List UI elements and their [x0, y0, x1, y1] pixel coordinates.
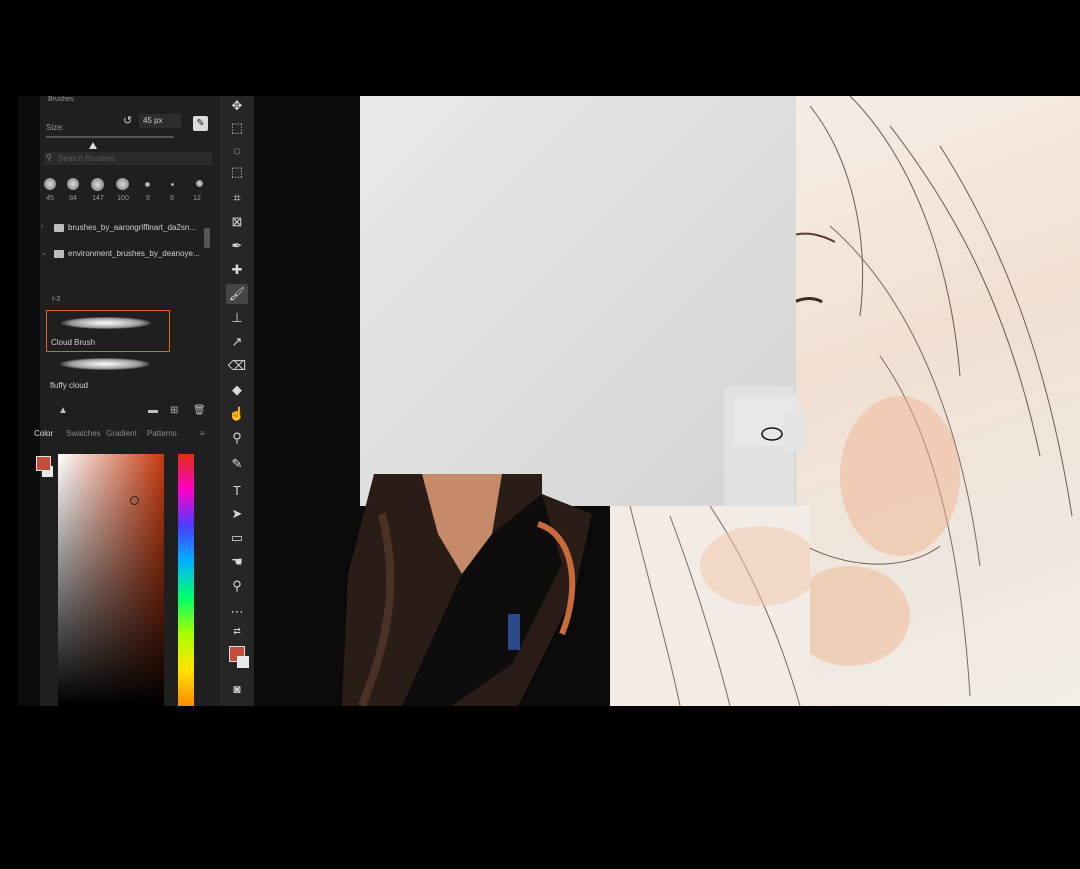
- photo-layer: [342, 474, 602, 706]
- chevron-down-icon[interactable]: ⌄: [41, 249, 47, 257]
- quick-mask-icon[interactable]: ◙: [227, 682, 247, 696]
- folder-icon: [54, 224, 64, 232]
- lasso-icon[interactable]: ◌: [226, 140, 248, 160]
- eyedropper-icon[interactable]: ✒: [226, 236, 248, 256]
- hand-icon[interactable]: ☚: [226, 552, 248, 572]
- brush-preset[interactable]: [116, 178, 129, 190]
- new-group-icon[interactable]: ▬: [148, 405, 158, 416]
- brush-group-label: t-3: [52, 296, 61, 303]
- brush-settings-icon[interactable]: ✎: [193, 116, 208, 131]
- brush-size-preview-icon[interactable]: ▲: [58, 405, 68, 416]
- reset-size-icon[interactable]: ↺: [123, 114, 132, 127]
- paint-bucket-icon[interactable]: ◆: [226, 380, 248, 400]
- brush-name: fluffy cloud: [50, 381, 89, 390]
- toolbar-background-swatch[interactable]: [237, 656, 249, 668]
- delete-icon[interactable]: 🗑: [193, 405, 206, 416]
- brush-folder[interactable]: › brushes_by_aarongriffinart_da2sn...: [40, 220, 210, 238]
- pen-icon[interactable]: ✎: [226, 454, 248, 474]
- monitor-screen: Brushes Size: ↺ 45 px ✎ ⚲ Search Brushes…: [18, 96, 1080, 706]
- folder-open-icon: [54, 250, 64, 258]
- preset-size-label: 45: [46, 195, 54, 202]
- dodge-icon[interactable]: ⚲: [226, 428, 248, 448]
- healing-icon[interactable]: ✚: [226, 260, 248, 280]
- tab-gradient[interactable]: Gradient: [106, 429, 137, 438]
- preset-size-label: 84: [69, 195, 77, 202]
- search-icon: ⚲: [46, 153, 52, 162]
- document-canvas[interactable]: [254, 96, 1080, 706]
- preset-size-label: 6: [170, 195, 174, 202]
- marquee-icon[interactable]: ⬚: [226, 118, 248, 138]
- color-picker-ring[interactable]: [130, 496, 139, 505]
- preset-size-label: 12: [193, 195, 201, 202]
- panel-menu-icon[interactable]: ≡: [200, 429, 205, 438]
- history-brush-icon[interactable]: ↗: [226, 332, 248, 352]
- tools-panel: ✥ ⬚ ◌ ⬚ ⌗ ⊠ ✒ ✚ 🖌 ⊥ ↗ ⌫ ◆ ☝ ⚲ ✎ T ➤ ▭ ☚ …: [218, 96, 255, 706]
- brush-preset[interactable]: [91, 178, 104, 191]
- size-slider[interactable]: [46, 136, 174, 138]
- brush-preset[interactable]: [145, 182, 150, 187]
- pixelated-edge: [724, 386, 804, 506]
- brush-preset[interactable]: [196, 180, 203, 187]
- preset-size-label: 9: [146, 195, 150, 202]
- search-input[interactable]: ⚲ Search Brushes: [44, 152, 212, 165]
- size-input[interactable]: 45 px: [139, 114, 181, 128]
- brush-item-fluffy-cloud[interactable]: fluffy cloud: [46, 354, 170, 394]
- brush-preset[interactable]: [171, 183, 174, 186]
- zoom-icon[interactable]: ⚲: [226, 576, 248, 596]
- panel-scrollbar[interactable]: [204, 228, 210, 248]
- tab-patterns[interactable]: Patterns: [147, 429, 177, 438]
- brush-stroke-preview: [61, 317, 151, 329]
- more-icon[interactable]: ⋯: [226, 602, 248, 622]
- new-brush-icon[interactable]: ⊞: [170, 405, 178, 416]
- line-art-lower-drawing: [629, 505, 820, 706]
- swap-colors-icon[interactable]: ⇄: [227, 626, 247, 637]
- rectangle-icon[interactable]: ▭: [226, 528, 248, 548]
- line-art-layer-lower: [610, 505, 820, 706]
- preset-size-label: 100: [117, 195, 129, 202]
- smudge-icon[interactable]: ☝: [226, 404, 248, 424]
- brush-preset[interactable]: [67, 178, 79, 190]
- panel-footer: ▲ ▬ ⊞ 🗑: [40, 402, 210, 420]
- hue-slider[interactable]: [178, 454, 194, 706]
- type-icon[interactable]: T: [226, 480, 248, 500]
- folder-label: brushes_by_aarongriffinart_da2sn...: [68, 223, 196, 232]
- brushes-panel: Brushes Size: ↺ 45 px ✎ ⚲ Search Brushes…: [34, 96, 236, 706]
- path-select-icon[interactable]: ➤: [226, 504, 248, 524]
- folder-label: environment_brushes_by_deanoye...: [68, 249, 200, 258]
- brush-preset[interactable]: [44, 178, 56, 190]
- move-icon[interactable]: ✥: [226, 96, 248, 116]
- clone-stamp-icon[interactable]: ⊥: [226, 308, 248, 328]
- tab-color[interactable]: Color: [34, 429, 53, 438]
- brush-folder[interactable]: ⌄ environment_brushes_by_deanoye...: [40, 246, 210, 264]
- color-panel-tabs: Color Swatches Gradient Patterns ≡: [34, 426, 216, 442]
- color-field[interactable]: [58, 454, 164, 706]
- crop-icon[interactable]: ⌗: [226, 188, 248, 208]
- chevron-right-icon[interactable]: ›: [41, 223, 43, 230]
- brush-item-cloud-brush[interactable]: Cloud Brush: [46, 310, 170, 352]
- brush-stroke-preview: [60, 358, 150, 370]
- panel-title: Brushes: [48, 96, 74, 103]
- frame-icon[interactable]: ⊠: [226, 212, 248, 232]
- size-label: Size:: [46, 123, 64, 132]
- tab-swatches[interactable]: Swatches: [66, 429, 101, 438]
- foreground-color-swatch[interactable]: [36, 456, 51, 471]
- object-select-icon[interactable]: ⬚: [226, 162, 248, 182]
- photo-image: [342, 474, 592, 706]
- eraser-icon[interactable]: ⌫: [226, 356, 248, 376]
- brush-icon[interactable]: 🖌: [226, 284, 248, 304]
- preset-size-label: 147: [92, 195, 104, 202]
- search-placeholder: Search Brushes: [58, 154, 115, 163]
- brush-name: Cloud Brush: [51, 338, 96, 347]
- size-slider-thumb[interactable]: [89, 142, 97, 149]
